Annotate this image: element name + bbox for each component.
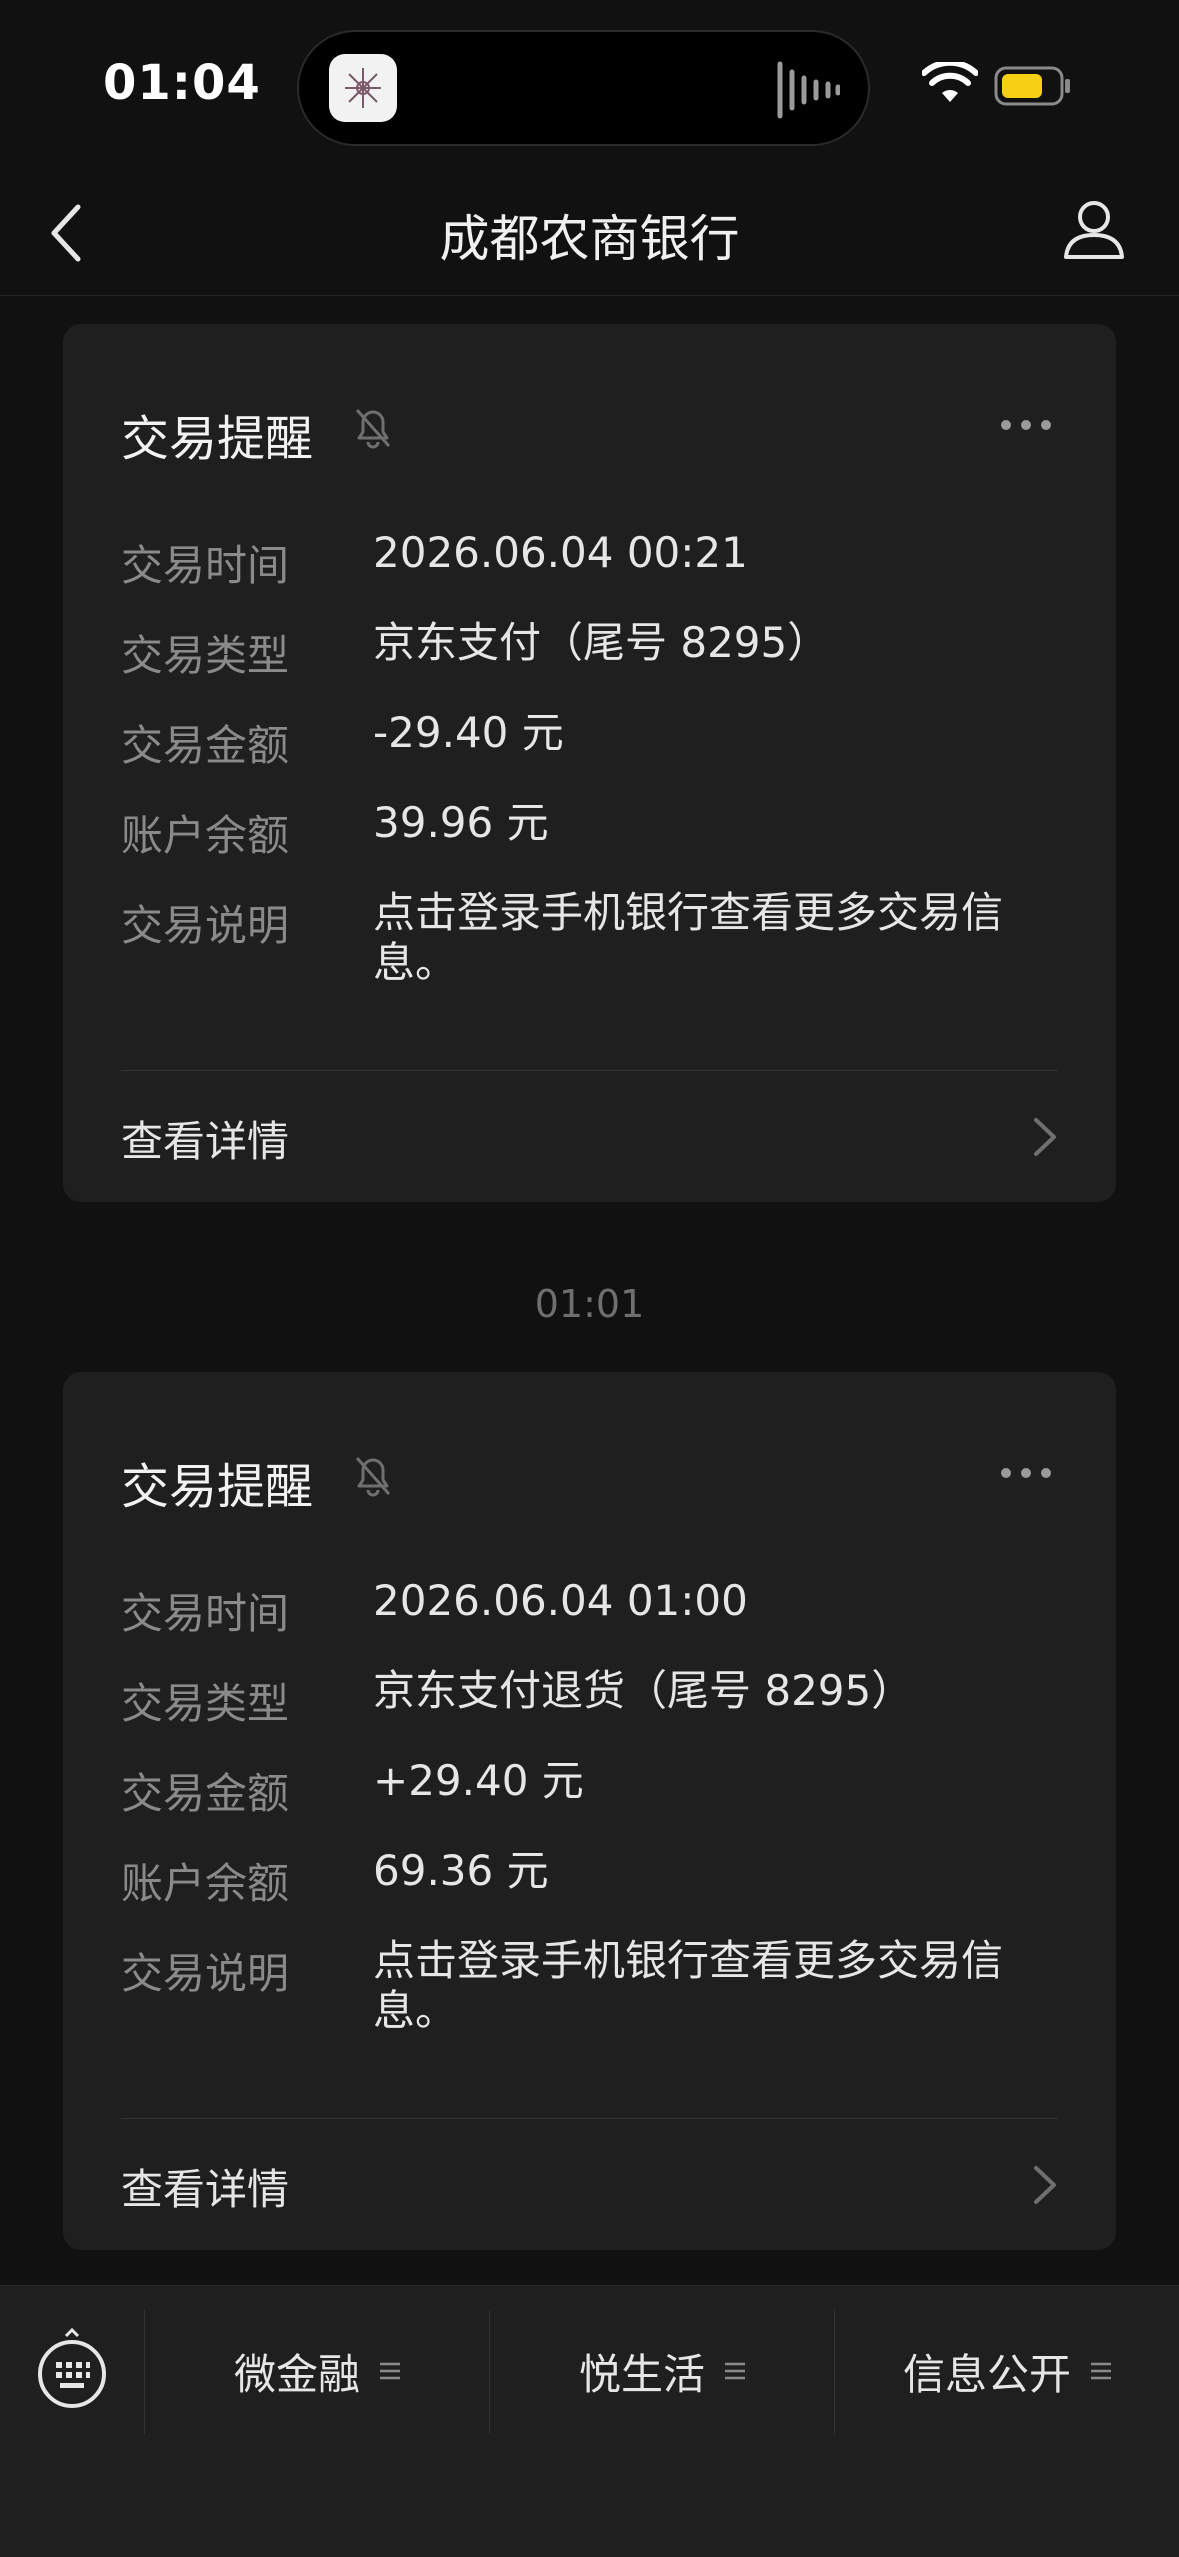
menu-list-icon [725, 2362, 745, 2380]
value-transaction-amount: +29.40 元 [373, 1756, 584, 1805]
more-icon[interactable] [1000, 1467, 1052, 1479]
battery-icon [994, 66, 1070, 106]
label-transaction-time: 交易时间 [121, 541, 290, 590]
view-details-link[interactable]: 查看详情 [121, 2156, 289, 2217]
bell-muted-icon[interactable] [353, 406, 393, 450]
value-transaction-type: 京东支付退货（尾号 8295） [373, 1666, 914, 1715]
status-time: 01:04 [103, 55, 261, 111]
label-transaction-note: 交易说明 [121, 1949, 290, 1998]
label-transaction-type: 交易类型 [121, 631, 290, 680]
transaction-card: 交易提醒 交易时间 2026.06.04 01:00 交易类型 京东支付退货（尾… [63, 1372, 1116, 2250]
menu-list-icon [1091, 2362, 1111, 2380]
value-transaction-time: 2026.06.04 01:00 [373, 1576, 748, 1625]
menu-info-disclosure[interactable]: 信息公开 [835, 2286, 1179, 2456]
label-transaction-time: 交易时间 [121, 1589, 290, 1638]
chevron-right-icon[interactable] [1032, 1116, 1058, 1158]
nav-bar: 成都农商银行 [0, 175, 1179, 296]
wifi-icon [922, 62, 978, 102]
menu-label: 悦生活 [578, 2349, 705, 2399]
value-account-balance: 69.36 元 [373, 1846, 549, 1895]
value-transaction-note: 点击登录手机银行查看更多交易信息。 [373, 1936, 1004, 2035]
card-divider [121, 2118, 1058, 2119]
menu-label: 信息公开 [902, 2349, 1071, 2399]
menu-list-icon [380, 2362, 400, 2380]
value-transaction-amount: -29.40 元 [373, 708, 564, 757]
label-transaction-amount: 交易金额 [121, 721, 290, 770]
card-title: 交易提醒 [121, 1459, 314, 1515]
app-thumbnail-icon [329, 54, 397, 122]
dynamic-island[interactable] [297, 30, 870, 146]
status-bar: 01:04 [0, 0, 1179, 175]
menu-micro-finance[interactable]: 微金融 [145, 2286, 489, 2456]
card-divider [121, 1070, 1058, 1071]
label-transaction-note: 交易说明 [121, 901, 290, 950]
value-transaction-time: 2026.06.04 00:21 [373, 528, 748, 577]
bottom-menu-bar: 微金融 悦生活 信息公开 [0, 2285, 1179, 2557]
value-transaction-type: 京东支付（尾号 8295） [373, 618, 830, 667]
value-transaction-note: 点击登录手机银行查看更多交易信息。 [373, 888, 1004, 987]
more-icon[interactable] [1000, 419, 1052, 431]
label-account-balance: 账户余额 [121, 811, 290, 860]
menu-joyful-life[interactable]: 悦生活 [490, 2286, 834, 2456]
transaction-card: 交易提醒 交易时间 2026.06.04 00:21 交易类型 京东支付（尾号 … [63, 324, 1116, 1202]
card-title: 交易提醒 [121, 411, 314, 467]
label-transaction-amount: 交易金额 [121, 1769, 290, 1818]
label-transaction-type: 交易类型 [121, 1679, 290, 1728]
menu-label: 微金融 [233, 2349, 360, 2399]
view-details-link[interactable]: 查看详情 [121, 1108, 289, 1169]
bell-muted-icon[interactable] [353, 1454, 393, 1498]
label-account-balance: 账户余额 [121, 1859, 290, 1908]
chevron-right-icon[interactable] [1032, 2164, 1058, 2206]
keyboard-toggle-icon[interactable] [36, 2328, 108, 2410]
profile-icon[interactable] [1062, 197, 1126, 261]
message-timestamp: 01:01 [534, 1282, 645, 1326]
page-title: 成都农商银行 [439, 210, 740, 268]
value-account-balance: 39.96 元 [373, 798, 549, 847]
audio-wave-icon [777, 61, 840, 119]
